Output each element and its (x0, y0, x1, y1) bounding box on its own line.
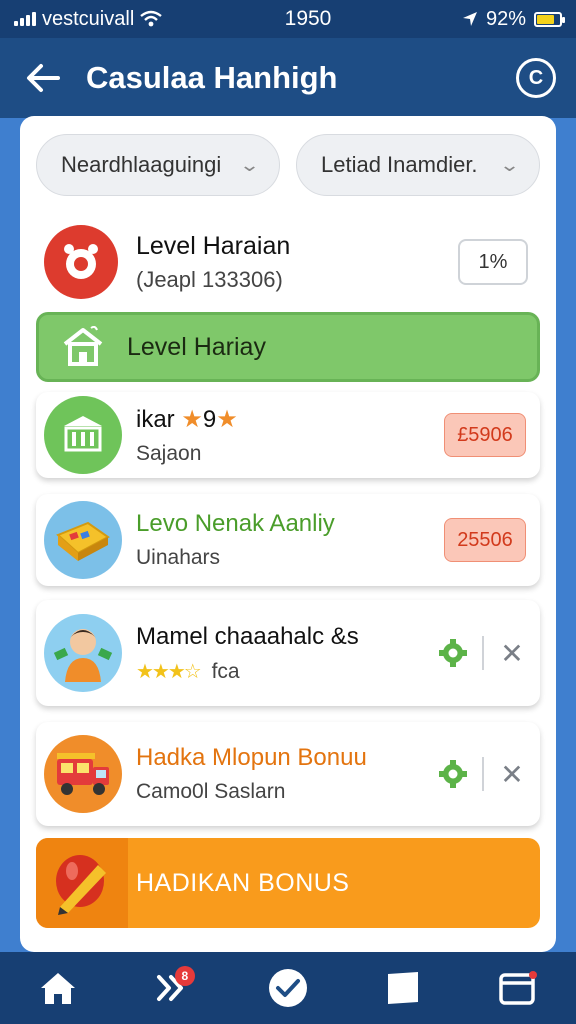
app-header: Casulaa Hanhigh C (0, 38, 576, 118)
list-item-text: ikar ★9★ Sajaon (136, 405, 444, 466)
carrier-name: vestcuivall (42, 7, 135, 30)
home-icon (40, 973, 75, 1004)
list-item-subtitle: Uinahars (136, 546, 221, 569)
status-left: vestcuivall (14, 8, 234, 31)
level-banner[interactable]: Level Hariay (36, 312, 540, 382)
list-item-title-text: ikar (136, 405, 175, 433)
header-action-button[interactable]: C (516, 58, 556, 98)
signal-icon (14, 12, 36, 26)
level-subtitle: (Jeapl 133306) (136, 266, 283, 292)
pencil-balloon-icon (36, 838, 128, 928)
main-card: Neardhlaaguingi ⌄ Letiad Inamdier. ⌄ Lev… (20, 116, 556, 952)
nav-chat[interactable] (373, 958, 433, 1018)
close-icon[interactable]: ✕ (498, 637, 526, 670)
notification-badge: 8 (174, 966, 195, 986)
list-item-actions: ✕ (438, 636, 526, 670)
divider (482, 636, 484, 670)
gear-icon[interactable] (438, 759, 468, 789)
filter-dropdown-2[interactable]: Letiad Inamdier. ⌄ (296, 134, 540, 196)
level-text: Level Haraian (Jeapl 133306) (136, 232, 458, 293)
list-item-subtitle: Sajaon (136, 441, 202, 465)
filter-dropdown-1[interactable]: Neardhlaaguingi ⌄ (36, 134, 280, 196)
list-item-partial (36, 942, 540, 952)
list-item-subtitle: ★★★☆ fca (136, 659, 438, 684)
list-item-title: Mamel chaaahalc &s (136, 622, 359, 650)
list-item-4[interactable]: Hadka Mlopun Bonuu Camo0l Saslarn ✕ (36, 722, 540, 826)
level-row: Level Haraian (Jeapl 133306) 1% (44, 222, 528, 302)
price-badge: £5906 (444, 413, 526, 457)
chevron-down-icon: ⌄ (498, 154, 521, 175)
back-button[interactable] (0, 38, 86, 118)
truck-icon (44, 735, 122, 813)
star-icon: ★ (216, 405, 238, 433)
list-item-text: Hadka Mlopun Bonuu Camo0l Saslarn (136, 744, 438, 804)
nav-home[interactable] (28, 958, 88, 1018)
list-item-3[interactable]: Mamel chaaahalc &s ★★★☆ fca ✕ (36, 600, 540, 706)
chat-square-icon (388, 972, 419, 1004)
nav-explore[interactable] (258, 958, 318, 1018)
status-right: 92% (382, 7, 565, 31)
list-item-title: Levo Nenak Aanliy (136, 510, 335, 537)
battery-icon (534, 11, 565, 27)
bottom-nav: 8 (0, 952, 576, 1024)
list-item-subtitle: Camo0l Saslarn (136, 780, 286, 803)
list-item-title: ikar ★9★ (136, 405, 444, 434)
battery-percent: 92% (485, 7, 526, 30)
level-title: Level Haraian (136, 231, 291, 260)
bonus-banner-label: HADIKAN BONUS (136, 868, 350, 897)
list-item-text: Mamel chaaahalc &s ★★★☆ fca (136, 623, 438, 684)
list-item-actions: ✕ (438, 757, 526, 791)
list-item-title: Hadka Mlopun Bonuu (136, 744, 367, 771)
gift-box-icon (44, 501, 122, 579)
gear-icon[interactable] (438, 638, 468, 668)
circle-c-icon: C (528, 66, 544, 89)
list-item-1[interactable]: ikar ★9★ Sajaon £5906 (36, 392, 540, 478)
close-icon[interactable]: ✕ (498, 758, 526, 791)
page-title: Casulaa Hanhigh (86, 60, 338, 95)
list-item-text: Levo Nenak Aanliy Uinahars (136, 510, 444, 570)
nav-forward[interactable]: 8 (143, 958, 203, 1018)
bonus-banner[interactable]: HADIKAN BONUS (36, 838, 540, 928)
arrow-left-icon (27, 64, 60, 92)
star-icon: ★ (181, 405, 203, 433)
bank-icon (44, 396, 122, 474)
status-bar: vestcuivall 1950 92% (0, 0, 576, 38)
list-item-title-suffix: 9 (202, 405, 217, 433)
price-badge: 25506 (444, 518, 526, 562)
divider (482, 757, 484, 791)
status-time: 1950 (284, 7, 332, 30)
list-item-subtitle-text: fca (211, 659, 240, 683)
filter-label: Letiad Inamdier. (321, 152, 478, 177)
wifi-icon (140, 10, 163, 27)
house-icon (63, 326, 103, 366)
alarm-clock-icon (44, 225, 118, 299)
compass-check-icon (268, 969, 307, 1007)
filter-bar: Neardhlaaguingi ⌄ Letiad Inamdier. ⌄ (36, 134, 540, 196)
level-percent-pill[interactable]: 1% (458, 239, 528, 285)
filter-label: Neardhlaaguingi (61, 152, 222, 177)
list-item-2[interactable]: Levo Nenak Aanliy Uinahars 25506 (36, 494, 540, 586)
nav-window[interactable] (488, 958, 548, 1018)
person-avatar-icon (44, 614, 122, 692)
window-icon (499, 971, 538, 1005)
chevron-down-icon: ⌄ (238, 154, 261, 175)
rating-stars: ★★★☆ (136, 660, 202, 683)
location-arrow-icon (462, 12, 477, 26)
level-banner-label: Level Hariay (127, 332, 266, 361)
